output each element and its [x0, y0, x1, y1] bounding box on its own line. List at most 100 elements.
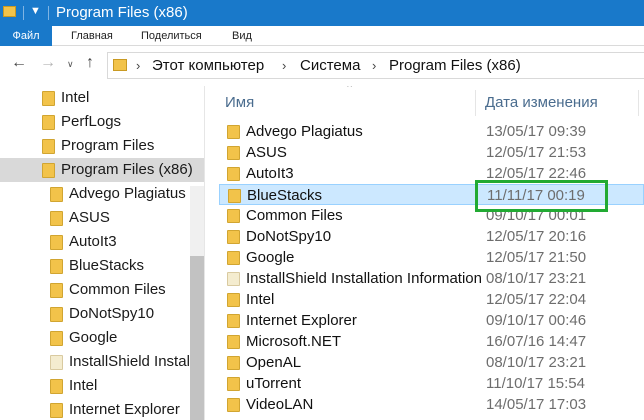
nav-item[interactable]: ASUS — [0, 206, 204, 230]
file-name: InstallShield Installation Information — [246, 270, 481, 287]
file-date: 12/05/17 21:50 — [486, 249, 587, 266]
nav-item[interactable]: Google — [0, 326, 204, 350]
folder-icon — [227, 293, 240, 307]
file-name: DoNotSpy10 — [246, 228, 332, 245]
file-row[interactable]: Google 12/05/17 21:50 — [219, 247, 644, 268]
file-name: Internet Explorer — [246, 312, 357, 329]
file-name: Microsoft.NET — [246, 333, 342, 350]
nav-item-label: ASUS — [69, 209, 110, 226]
nav-item-label: BlueStacks — [69, 257, 145, 274]
file-name: OpenAL — [246, 354, 302, 371]
file-date: 11/10/17 15:54 — [486, 375, 585, 392]
nav-item[interactable]: Internet Explorer — [0, 398, 204, 420]
file-date: 08/10/17 23:21 — [486, 354, 587, 371]
file-date: 13/05/17 09:39 — [486, 123, 587, 140]
folder-icon — [42, 91, 55, 106]
breadcrumb-system[interactable]: Система — [300, 57, 360, 74]
folder-icon — [3, 6, 16, 17]
divider — [23, 6, 24, 20]
up-arrow-icon[interactable]: ↑ — [86, 54, 94, 72]
chevron-right-icon[interactable]: › — [136, 58, 140, 73]
file-row[interactable]: InstallShield Installation Information 0… — [219, 268, 644, 289]
file-name: VideoLAN — [246, 396, 314, 413]
folder-icon — [50, 211, 63, 226]
nav-item[interactable]: PerfLogs — [0, 110, 204, 134]
folder-icon — [42, 139, 55, 154]
navigation-bar: ← → ∨ ↑ › Этот компьютер › Система › Pro… — [0, 46, 644, 86]
window-title: Program Files (x86) — [56, 4, 188, 21]
sort-ascending-icon: ⌃ — [345, 86, 355, 95]
nav-item-selected[interactable]: Program Files (x86) — [0, 158, 204, 182]
file-name: Intel — [246, 291, 275, 308]
tab-share[interactable]: Поделиться — [141, 26, 202, 46]
nav-item-label: PerfLogs — [61, 113, 122, 130]
folder-icon — [227, 167, 240, 181]
nav-item-label: InstallShield Installation Information — [69, 353, 204, 370]
folder-icon — [50, 259, 63, 274]
tab-view[interactable]: Вид — [232, 26, 252, 46]
file-row[interactable]: Internet Explorer 09/10/17 00:46 — [219, 310, 644, 331]
breadcrumb-program-files-x86[interactable]: Program Files (x86) — [389, 57, 521, 74]
nav-item[interactable]: BlueStacks — [0, 254, 204, 278]
quick-access-dropdown-icon[interactable]: ▼ — [30, 5, 41, 17]
column-separator[interactable] — [475, 90, 476, 116]
folder-icon — [50, 283, 63, 298]
nav-item[interactable]: AutoIt3 — [0, 230, 204, 254]
file-row[interactable]: ASUS 12/05/17 21:53 — [219, 142, 644, 163]
recent-locations-chevron-icon[interactable]: ∨ — [67, 59, 74, 70]
divider — [48, 6, 49, 20]
nav-item[interactable]: Advego Plagiatus — [0, 182, 204, 206]
title-bar: ▼ Program Files (x86) — [0, 0, 644, 26]
file-row[interactable]: VideoLAN 14/05/17 17:03 — [219, 394, 644, 415]
folder-icon — [227, 314, 240, 328]
address-bar[interactable]: › Этот компьютер › Система › Program Fil… — [107, 52, 644, 79]
file-row[interactable]: Microsoft.NET 16/07/16 14:47 — [219, 331, 644, 352]
nav-pane-scrollbar-thumb[interactable] — [190, 256, 204, 420]
folder-icon — [227, 209, 240, 223]
nav-item[interactable]: Common Files — [0, 278, 204, 302]
nav-item-label: Intel — [61, 89, 90, 106]
tab-home[interactable]: Главная — [71, 26, 113, 46]
column-header-date[interactable]: Дата изменения — [485, 91, 598, 115]
forward-arrow-icon[interactable]: → — [40, 54, 56, 72]
column-header-name[interactable]: Имя — [225, 91, 254, 115]
file-name: Advego Plagiatus — [246, 123, 363, 140]
file-row[interactable]: Advego Plagiatus 13/05/17 09:39 — [219, 121, 644, 142]
file-name: AutoIt3 — [246, 165, 294, 182]
folder-icon — [50, 235, 63, 250]
nav-item[interactable]: DoNotSpy10 — [0, 302, 204, 326]
nav-item-label: Internet Explorer — [69, 401, 180, 418]
file-row[interactable]: OpenAL 08/10/17 23:21 — [219, 352, 644, 373]
nav-item[interactable]: Program Files — [0, 134, 204, 158]
file-row[interactable]: DoNotSpy10 12/05/17 20:16 — [219, 226, 644, 247]
file-date: 12/05/17 22:04 — [486, 291, 587, 308]
file-name: uTorrent — [246, 375, 302, 392]
file-row[interactable]: Intel 12/05/17 22:04 — [219, 289, 644, 310]
nav-item-label: Common Files — [69, 281, 166, 298]
folder-icon — [227, 146, 240, 160]
folder-icon — [50, 187, 63, 202]
folder-icon — [227, 398, 240, 412]
file-date: 08/10/17 23:21 — [486, 270, 587, 287]
folder-icon — [227, 377, 240, 391]
tab-file[interactable]: Файл — [0, 26, 52, 46]
folder-icon — [227, 251, 240, 265]
navigation-pane: Intel PerfLogs Program Files Program Fil… — [0, 86, 204, 420]
file-row[interactable]: uTorrent 11/10/17 15:54 — [219, 373, 644, 394]
nav-item-label: Intel — [69, 377, 98, 394]
folder-icon — [50, 307, 63, 322]
folder-icon — [227, 230, 240, 244]
nav-item[interactable]: Intel — [0, 374, 204, 398]
back-arrow-icon[interactable]: ← — [11, 54, 27, 72]
nav-item[interactable]: InstallShield Installation Information — [0, 350, 204, 374]
document-folder-icon — [227, 272, 240, 286]
chevron-right-icon[interactable]: › — [282, 58, 286, 73]
column-separator[interactable] — [638, 90, 639, 116]
breadcrumb-this-pc[interactable]: Этот компьютер — [152, 57, 264, 74]
file-name: Google — [246, 249, 295, 266]
nav-item[interactable]: Intel — [0, 86, 204, 110]
folder-icon — [227, 125, 240, 139]
file-list: ⌃ Имя Дата изменения Advego Plagiatus 13… — [205, 86, 644, 420]
folder-icon — [227, 335, 240, 349]
chevron-right-icon[interactable]: › — [372, 58, 376, 73]
